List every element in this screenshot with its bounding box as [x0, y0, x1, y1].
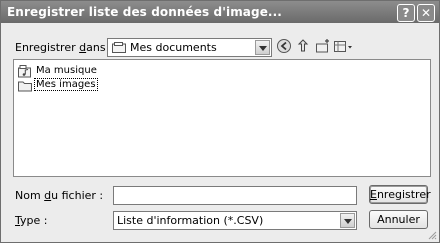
up-folder-icon[interactable] — [295, 38, 311, 54]
file-list[interactable]: Ma musique Mes images — [13, 59, 431, 177]
chevron-down-icon[interactable] — [255, 40, 270, 55]
save-dialog: Enregistrer liste des données d'image...… — [0, 0, 440, 243]
filename-input[interactable] — [113, 186, 357, 205]
save-button[interactable]: Enregistrer — [369, 185, 431, 204]
list-item-label: Mes images — [34, 78, 98, 91]
look-in-value: Mes documents — [130, 41, 217, 54]
help-button[interactable]: ? — [397, 4, 415, 22]
filename-label: Nom du fichier : — [15, 189, 104, 202]
list-item-label: Ma musique — [36, 65, 97, 76]
resize-grip-icon[interactable] — [427, 230, 437, 240]
folder-icon — [18, 81, 32, 92]
music-folder-icon — [18, 65, 31, 78]
new-folder-icon[interactable] — [315, 38, 331, 54]
filetype-value: Liste d'information (*.CSV) — [117, 214, 264, 227]
filetype-label: Type : — [15, 214, 48, 227]
view-menu-icon[interactable] — [333, 38, 355, 54]
back-icon[interactable] — [276, 38, 292, 54]
window-title: Enregistrer liste des données d'image... — [7, 5, 282, 19]
cancel-button[interactable]: Annuler — [369, 210, 428, 229]
filetype-select[interactable]: Liste d'information (*.CSV) — [113, 211, 357, 230]
look-in-select[interactable]: Mes documents — [107, 38, 272, 57]
title-bar[interactable]: Enregistrer liste des données d'image...… — [1, 1, 439, 23]
look-in-label: Enregistrer dans : — [15, 41, 113, 54]
documents-folder-icon — [112, 42, 126, 53]
close-button[interactable]: ✕ — [417, 4, 435, 22]
chevron-down-icon[interactable] — [340, 213, 355, 228]
